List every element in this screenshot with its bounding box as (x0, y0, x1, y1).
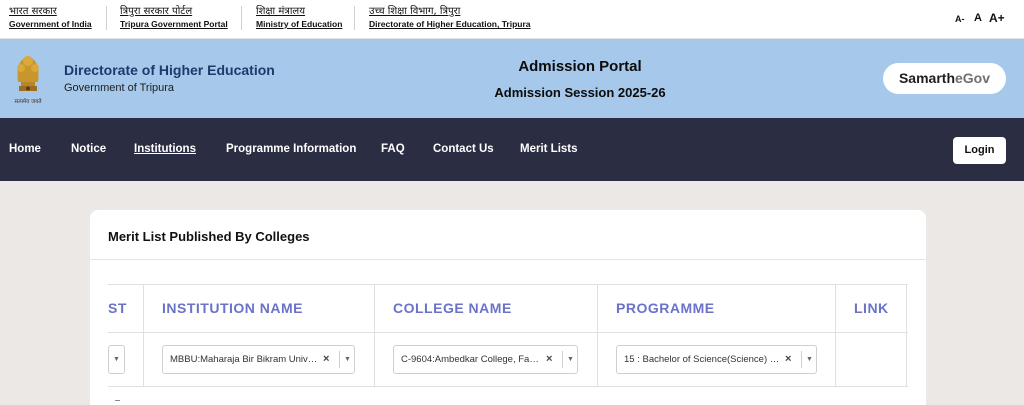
gov-link-english: Ministry of Education (256, 19, 343, 29)
nav-home[interactable]: Home (9, 143, 41, 155)
nav-programme-information[interactable]: Programme Information (226, 143, 356, 155)
card-title: Merit List Published By Colleges (108, 229, 310, 244)
gov-link-english: Directorate of Higher Education, Tripura (369, 19, 531, 29)
font-normal-button[interactable]: A (974, 12, 982, 24)
gov-links-bar: भारत सरकार Government of India त्रिपुरा … (0, 0, 1024, 39)
emblem-caption: सत्यमेव जयते (14, 98, 42, 105)
column-header-st: ST (108, 300, 127, 316)
nav-merit-lists[interactable]: Merit Lists (520, 143, 578, 155)
college-select[interactable]: C-9604:Ambedkar College, Fatikroy × ▼ (393, 345, 578, 374)
chevron-down-icon[interactable]: ▼ (344, 346, 351, 374)
gov-link-hindi: शिक्षा मंत्रालय (256, 6, 305, 17)
clear-icon[interactable]: × (785, 346, 791, 373)
gov-link-hindi: भारत सरकार (9, 6, 57, 17)
admission-session: Admission Session 2025-26 (494, 85, 666, 100)
login-button[interactable]: Login (953, 137, 1006, 164)
clear-icon[interactable]: × (546, 346, 552, 373)
portal-title: Admission Portal (518, 58, 642, 75)
institution-select[interactable]: MBBU:Maharaja Bir Bikram University × ▼ (162, 345, 355, 374)
chevron-down-icon[interactable]: ▼ (567, 346, 574, 374)
dept-subtitle: Government of Tripura (64, 82, 175, 94)
college-select-value: C-9604:Ambedkar College, Fatikroy (401, 354, 541, 365)
merit-list-card: Merit List Published By Colleges ST INST… (90, 210, 926, 405)
brand-main: Samarth (898, 70, 955, 86)
dept-title: Directorate of Higher Education (64, 62, 275, 78)
gov-link-ministry-education[interactable]: शिक्षा मंत्रालय Ministry of Education (256, 5, 356, 32)
site-header: सत्यमेव जयते Directorate of Higher Educa… (0, 39, 1024, 118)
column-header-college: COLLEGE NAME (393, 300, 512, 316)
table-header: ST INSTITUTION NAME COLLEGE NAME PROGRAM… (108, 284, 908, 333)
nav-institutions[interactable]: Institutions (134, 143, 196, 155)
gov-link-india[interactable]: भारत सरकार Government of India (9, 5, 106, 32)
select-divider (801, 351, 802, 368)
gov-link-english: Tripura Government Portal (120, 19, 228, 29)
font-increase-button[interactable]: A+ (989, 11, 1005, 25)
programme-select[interactable]: 15 : Bachelor of Science(Science) with H… (616, 345, 817, 374)
filter-row: ▼ MBBU:Maharaja Bir Bikram University × … (108, 333, 908, 387)
clear-icon[interactable]: × (323, 346, 329, 373)
chevron-down-icon[interactable]: ▼ (806, 346, 813, 374)
divider (354, 6, 355, 30)
gov-link-hindi: उच्च शिक्षा विभाग, त्रिपुरा (369, 6, 461, 17)
brand-suffix: eGov (955, 70, 991, 86)
select-divider (562, 351, 563, 368)
divider (106, 6, 107, 30)
national-emblem-icon: सत्यमेव जयते (8, 52, 48, 108)
divider (241, 6, 242, 30)
nav-faq[interactable]: FAQ (381, 143, 405, 155)
samarth-egov-logo: SamartheGov (883, 63, 1006, 94)
row-marker (115, 400, 120, 401)
nav-contact-us[interactable]: Contact Us (433, 143, 494, 155)
programme-select-value: 15 : Bachelor of Science(Science) with H… (624, 354, 780, 365)
select-divider (339, 351, 340, 368)
gov-link-hindi: त्रिपुरा सरकार पोर्टल (120, 6, 193, 17)
gov-link-dhe-tripura[interactable]: उच्च शिक्षा विभाग, त्रिपुरा Directorate … (369, 5, 545, 32)
column-header-institution: INSTITUTION NAME (162, 300, 303, 316)
nav-notice[interactable]: Notice (71, 143, 106, 155)
gov-link-english: Government of India (9, 19, 92, 29)
column-header-programme: PROGRAMME (616, 300, 715, 316)
chevron-down-icon[interactable]: ▼ (113, 346, 120, 374)
institution-select-value: MBBU:Maharaja Bir Bikram University (170, 354, 318, 365)
column-header-link: LINK (854, 300, 889, 316)
state-select[interactable]: ▼ (108, 345, 125, 374)
divider (90, 259, 926, 260)
font-decrease-button[interactable]: A- (955, 14, 965, 24)
gov-link-tripura-portal[interactable]: त्रिपुरा सरकार पोर्टल Tripura Government… (120, 5, 242, 32)
main-nav: Home Notice Institutions Programme Infor… (0, 118, 1024, 181)
